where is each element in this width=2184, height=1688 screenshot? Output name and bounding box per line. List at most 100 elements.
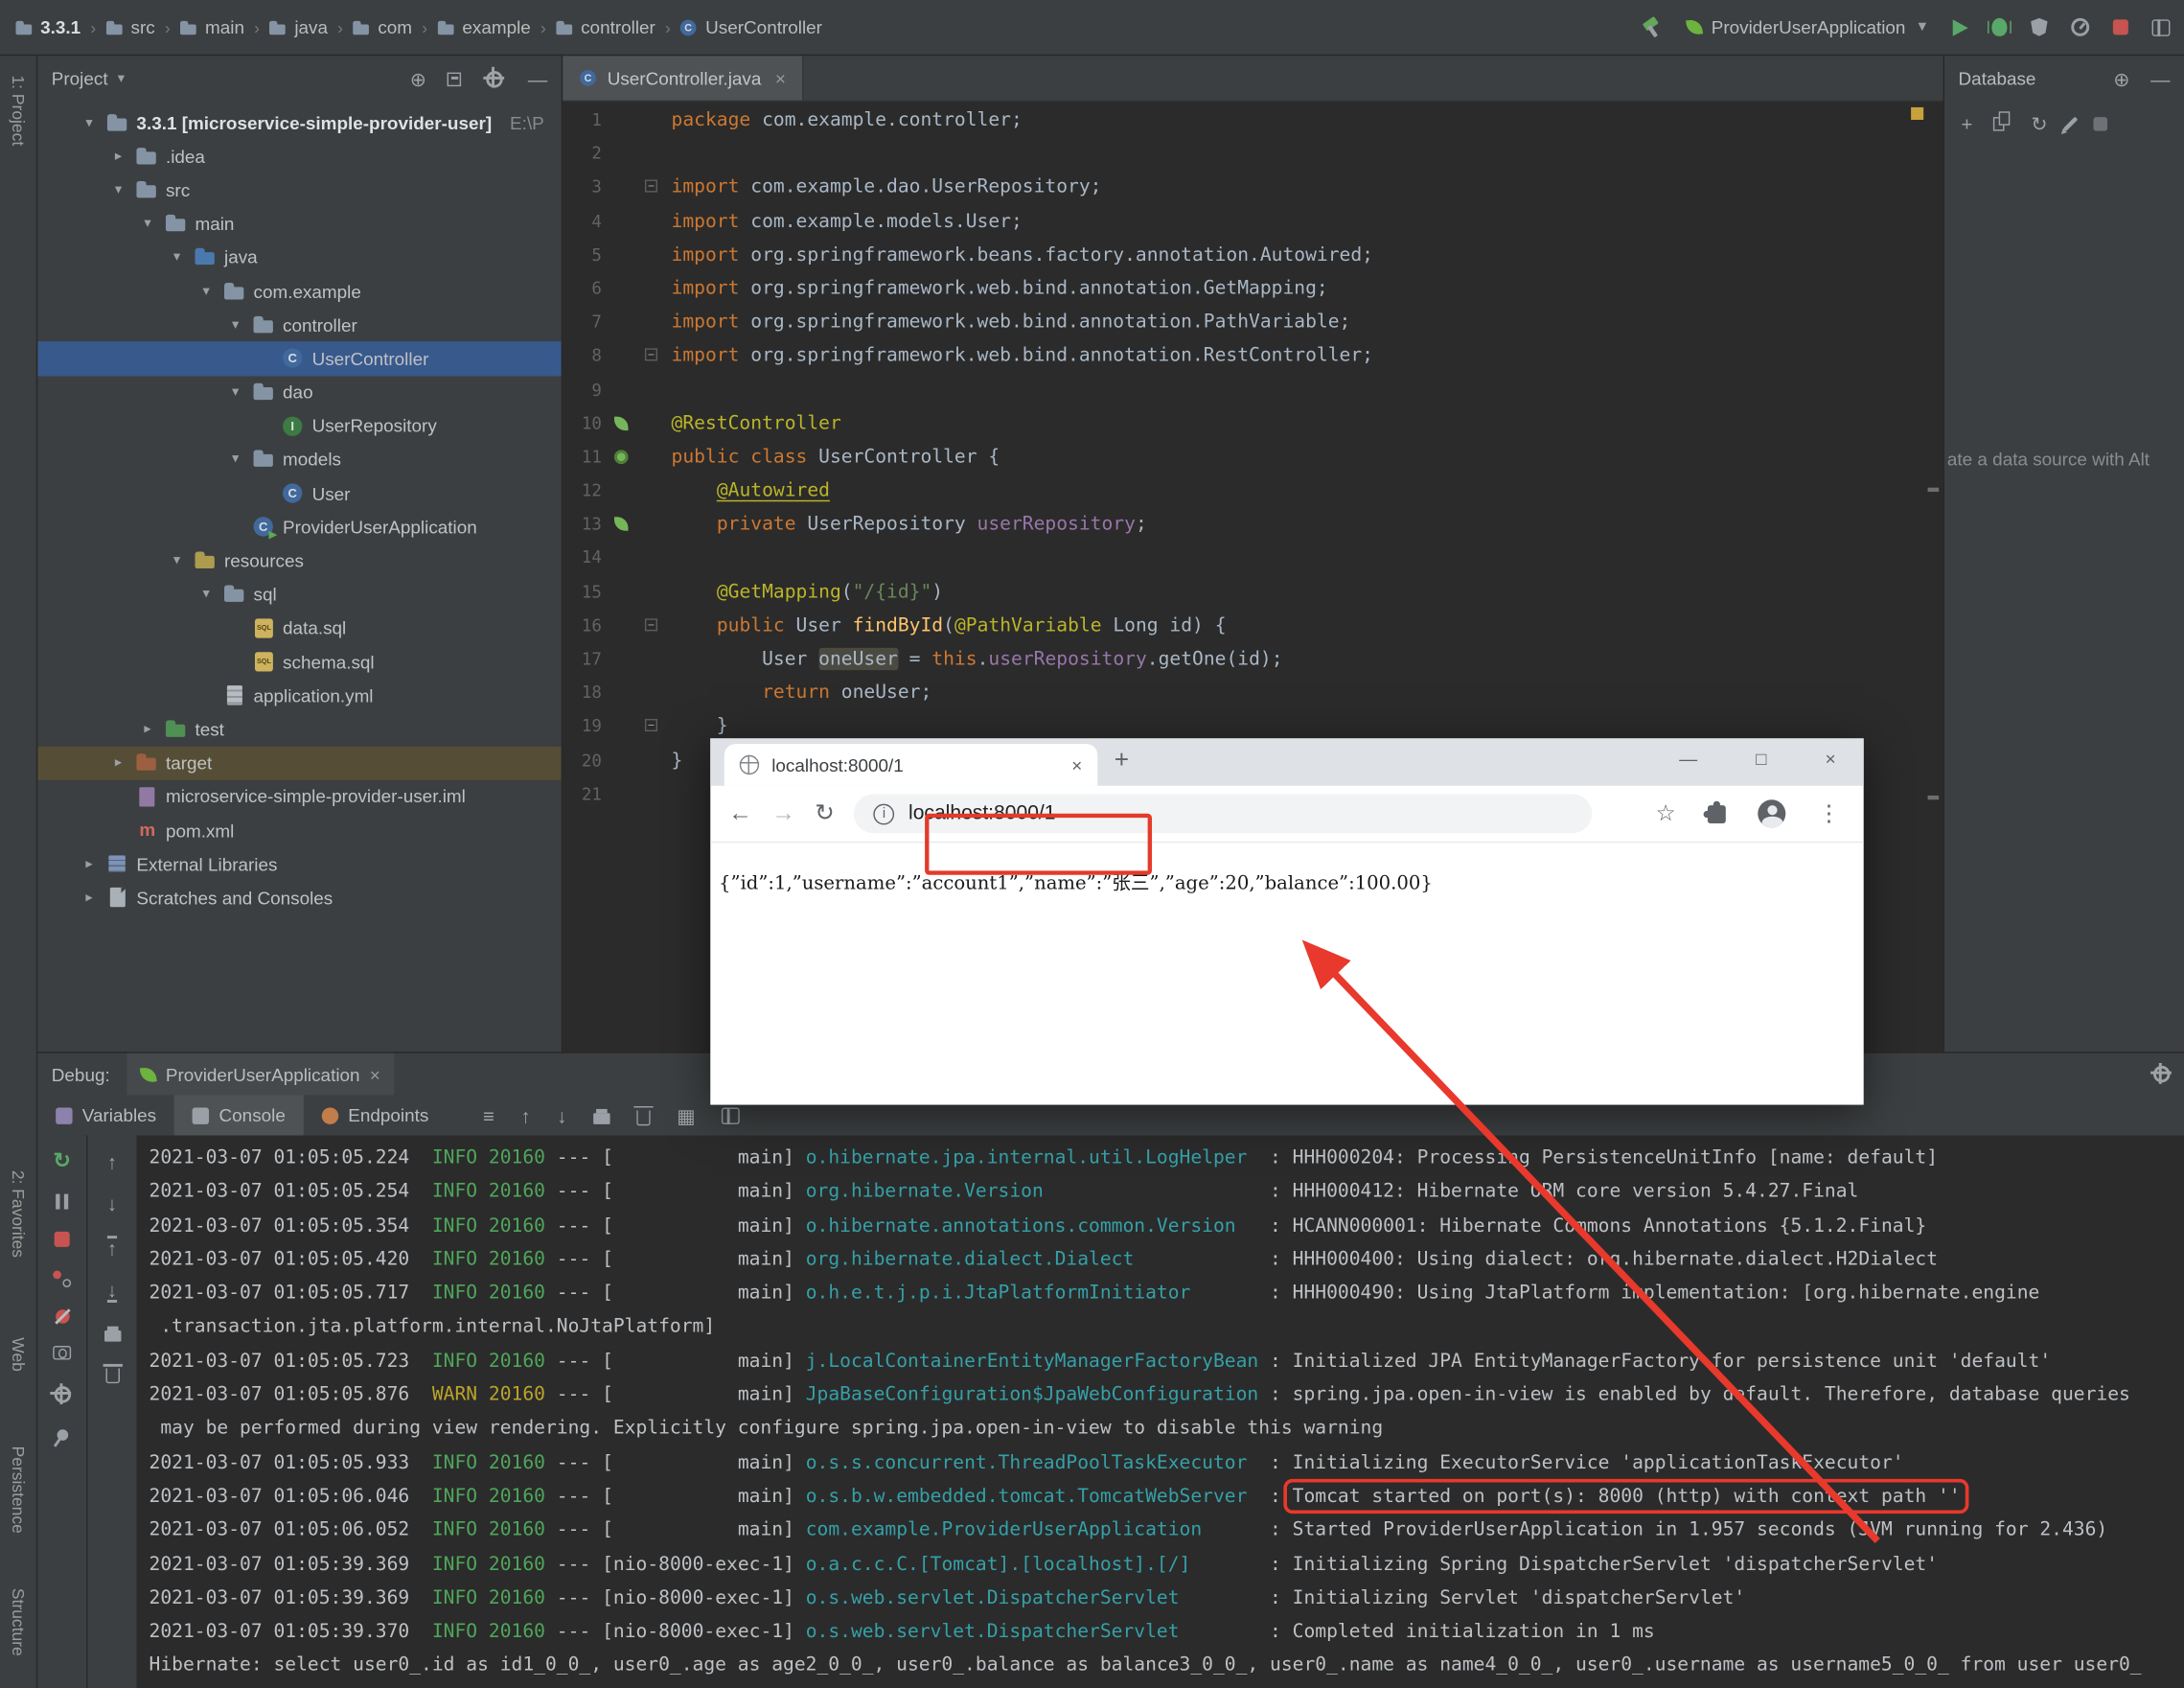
coverage-button[interactable] — [2031, 17, 2048, 36]
minimize-icon[interactable]: — — [1679, 748, 1697, 769]
close-icon[interactable]: × — [370, 1064, 380, 1085]
code-line[interactable]: 8 − import org.springframework.web.bind.an… — [563, 339, 1943, 373]
code-line[interactable]: 9 — [563, 373, 1943, 406]
settings-icon[interactable] — [50, 1382, 72, 1404]
stop-button[interactable] — [2112, 19, 2128, 35]
settings-icon[interactable] — [482, 66, 504, 88]
scroll-down-icon[interactable]: ↓ — [557, 1105, 566, 1124]
code-line[interactable]: 16 − public User findById(@PathVariable L… — [563, 609, 1943, 642]
tree-item-resources[interactable]: ▾ resources — [37, 543, 561, 577]
collapsed-arrow-icon[interactable]: ▸ — [80, 856, 99, 871]
collapsed-arrow-icon[interactable]: ▸ — [108, 755, 127, 771]
tree-item-microservice-simple-provider-user-iml[interactable]: microservice-simple-provider-user.iml — [37, 780, 561, 814]
tree-item-schema-sql[interactable]: schema.sql — [37, 645, 561, 679]
expanded-arrow-icon[interactable]: ▾ — [80, 115, 99, 130]
locate-icon[interactable]: ⊕ — [410, 69, 426, 88]
spring-spring-gutter-icon[interactable] — [608, 507, 638, 541]
breadcrumb-item-src[interactable]: src — [104, 13, 156, 41]
code-line[interactable]: 3 − import com.example.dao.UserRepository; — [563, 171, 1943, 204]
settings-icon[interactable] — [2150, 1062, 2172, 1084]
code-line[interactable]: 18 return oneUser; — [563, 676, 1943, 709]
breadcrumb-item-example[interactable]: example — [436, 13, 532, 41]
expanded-arrow-icon[interactable]: ▾ — [225, 384, 244, 400]
close-window-icon[interactable]: × — [1826, 748, 1836, 769]
new-tab-button[interactable]: + — [1115, 745, 1129, 775]
tree-item-com-example[interactable]: ▾ com.example — [37, 274, 561, 308]
code-line[interactable]: 1 package com.example.controller; — [563, 104, 1943, 137]
tree-item-pom-xml[interactable]: pom.xml — [37, 814, 561, 847]
code-line[interactable]: 6 import org.springframework.web.bind.ann… — [563, 271, 1943, 305]
expanded-arrow-icon[interactable]: ▾ — [167, 250, 186, 266]
maximize-icon[interactable]: □ — [1756, 748, 1766, 769]
breadcrumb-item-java[interactable]: java — [268, 13, 330, 41]
grid-icon[interactable]: ▦ — [677, 1105, 695, 1124]
build-icon[interactable] — [1641, 16, 1663, 38]
spring-spring-gutter-icon[interactable] — [608, 406, 638, 440]
tree-item-application-yml[interactable]: application.yml — [37, 679, 561, 712]
tree-item-controller[interactable]: ▾ controller — [37, 308, 561, 341]
code-line[interactable]: 10 @RestController — [563, 406, 1943, 440]
expanded-arrow-icon[interactable]: ▾ — [108, 182, 127, 197]
run-button[interactable] — [1952, 18, 1968, 36]
code-line[interactable]: 7 import org.springframework.web.bind.ann… — [563, 305, 1943, 338]
clear-console-icon[interactable] — [633, 1105, 654, 1125]
tab-variables[interactable]: Variables — [37, 1095, 174, 1135]
fold-marker-icon[interactable]: − — [638, 609, 666, 642]
code-line[interactable]: 11 public class UserController { — [563, 440, 1943, 474]
tree-item-usercontroller[interactable]: UserController — [37, 341, 562, 376]
rerun-icon[interactable]: ↻ — [54, 1151, 71, 1172]
pin-icon[interactable] — [54, 1426, 70, 1444]
tree-item-src[interactable]: ▾ src — [37, 173, 561, 207]
restore-layout-icon[interactable] — [722, 1106, 741, 1124]
tree-item-3-3-1-microservice-simple-provider-user-[interactable]: ▾ 3.3.1 [microservice-simple-provider-use… — [37, 105, 561, 139]
scroll-to-end-icon[interactable]: ↓ — [106, 1281, 118, 1303]
code-line[interactable]: 13 private UserRepository userRepository… — [563, 507, 1943, 541]
expanded-arrow-icon[interactable]: ▾ — [138, 217, 157, 232]
breadcrumb-item-controller[interactable]: controller — [554, 13, 656, 41]
tool-button-web[interactable]: Web — [9, 1337, 28, 1372]
code-line[interactable]: 17 User oneUser = this.userRepository.ge… — [563, 642, 1943, 676]
inspection-marker[interactable] — [1911, 106, 1924, 120]
menu-icon[interactable]: ⋮ — [1818, 799, 1840, 827]
profile-avatar[interactable] — [1758, 799, 1786, 828]
locate-icon[interactable]: ⊕ — [2113, 69, 2129, 88]
collapsed-arrow-icon[interactable]: ▸ — [108, 149, 127, 164]
edit-icon[interactable] — [2062, 115, 2079, 131]
screenshot-icon[interactable] — [53, 1346, 72, 1360]
tool-button-project[interactable]: 1: Project — [9, 75, 28, 146]
stop-icon[interactable] — [54, 1231, 70, 1247]
expanded-arrow-icon[interactable]: ▾ — [196, 284, 216, 299]
duplicate-icon[interactable] — [1993, 111, 2010, 130]
collapsed-arrow-icon[interactable]: ▸ — [80, 890, 99, 906]
browser-tab[interactable]: localhost:8000/1 × — [724, 744, 1098, 786]
layout-icon[interactable] — [2151, 18, 2171, 36]
tree-item-scratches-and-consoles[interactable]: ▸ Scratches and Consoles — [37, 881, 561, 914]
extensions-icon[interactable] — [1703, 800, 1726, 823]
console-output[interactable]: 2021-03-07 01:05:05.224 INFO 20160 --- [… — [138, 1136, 2184, 1688]
code-line[interactable]: 5 import org.springframework.beans.factor… — [563, 238, 1943, 271]
database-panel-title[interactable]: Database — [1959, 68, 2036, 89]
print-icon[interactable] — [103, 1326, 121, 1342]
breadcrumb-item-com[interactable]: com — [352, 13, 414, 41]
tree-item--idea[interactable]: ▸ .idea — [37, 140, 561, 173]
tree-item-target[interactable]: ▸ target — [37, 746, 562, 780]
back-icon[interactable]: ← — [728, 799, 752, 827]
tree-item-external-libraries[interactable]: ▸ External Libraries — [37, 847, 561, 881]
tree-item-user[interactable]: User — [37, 476, 561, 510]
breadcrumb-item-usercontroller[interactable]: UserController — [679, 13, 824, 41]
pause-icon[interactable] — [56, 1193, 69, 1210]
collapse-all-icon[interactable] — [447, 71, 462, 86]
debug-button[interactable] — [1988, 17, 2012, 36]
fold-box-icon[interactable]: − — [644, 719, 658, 732]
navigate-up-icon[interactable]: ↑ — [107, 1152, 117, 1171]
project-panel-title[interactable]: Project — [52, 68, 108, 89]
scroll-up-icon[interactable]: ↑ — [520, 1105, 530, 1124]
breadcrumb-item-3.3.1[interactable]: 3.3.1 — [14, 13, 82, 41]
fold-marker-icon[interactable]: − — [638, 339, 666, 373]
tree-item-models[interactable]: ▾ models — [37, 443, 561, 476]
tree-item-java[interactable]: ▾ java — [37, 241, 561, 274]
tree-item-main[interactable]: ▾ main — [37, 207, 561, 241]
navigate-down-icon[interactable]: ↓ — [107, 1194, 117, 1214]
fold-box-icon[interactable]: − — [644, 348, 658, 361]
expanded-arrow-icon[interactable]: ▾ — [196, 587, 216, 602]
